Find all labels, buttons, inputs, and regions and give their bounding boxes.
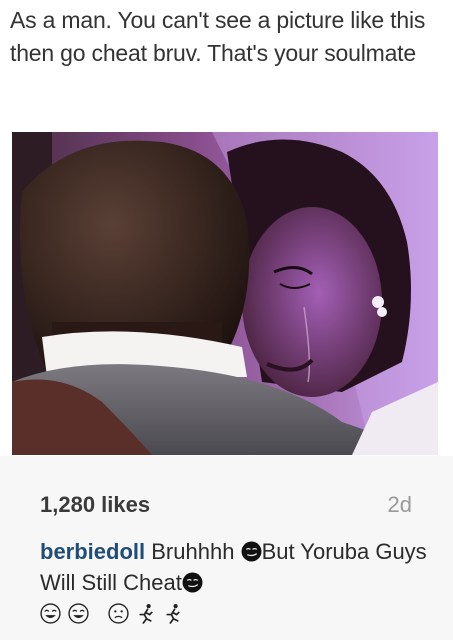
emoji-row [40, 600, 184, 628]
smirk-face-icon [241, 541, 262, 562]
runner-icon [139, 604, 153, 624]
laughing-face-icon [68, 603, 89, 624]
post-timestamp: 2d [387, 492, 412, 517]
smirk-face-icon [182, 572, 203, 593]
likes-count[interactable]: 1,280 likes [40, 492, 150, 518]
sad-face-icon [108, 603, 129, 624]
comment-text-part1: Bruhhhh [151, 539, 235, 564]
post-caption: As a man. You can't see a picture like t… [10, 7, 426, 66]
post-photo[interactable] [12, 132, 438, 455]
comment: berbiedoll Bruhhhh But Yoruba Guys Will … [40, 536, 435, 598]
laughing-face-icon [40, 603, 61, 624]
runner-icon [166, 604, 181, 624]
couple-photo-illustration [12, 132, 438, 455]
comment-username[interactable]: berbiedoll [40, 539, 145, 564]
